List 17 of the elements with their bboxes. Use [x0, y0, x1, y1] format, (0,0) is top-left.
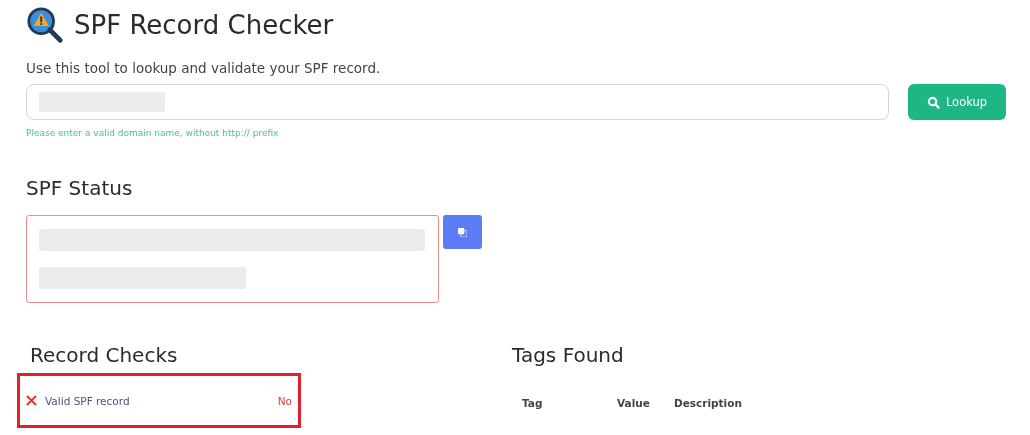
- section-heading: Record Checks: [30, 343, 179, 367]
- copy-button[interactable]: [443, 215, 482, 249]
- hint-text: Please enter a valid domain name, without http:// prefix: [26, 128, 280, 138]
- section-heading: Tags Found: [512, 343, 625, 367]
- search-icon: [926, 95, 940, 109]
- description-text: Use this tool to lookup and validate your SPF record.: [26, 60, 382, 76]
- check-label: Valid SPF record: [45, 394, 131, 407]
- column-header: Tag: [522, 397, 544, 409]
- page-title: SPF Record Checker: [74, 10, 334, 40]
- column-header: Value: [617, 397, 651, 409]
- lookup-button[interactable]: Lookup: [908, 84, 1006, 120]
- check-result: No: [277, 394, 292, 407]
- domain-field[interactable]: [26, 84, 889, 120]
- magnifier-warning-icon: [26, 6, 64, 44]
- section-heading: SPF Status: [26, 176, 134, 200]
- copy-icon: [458, 227, 467, 237]
- column-header: Description: [674, 397, 742, 409]
